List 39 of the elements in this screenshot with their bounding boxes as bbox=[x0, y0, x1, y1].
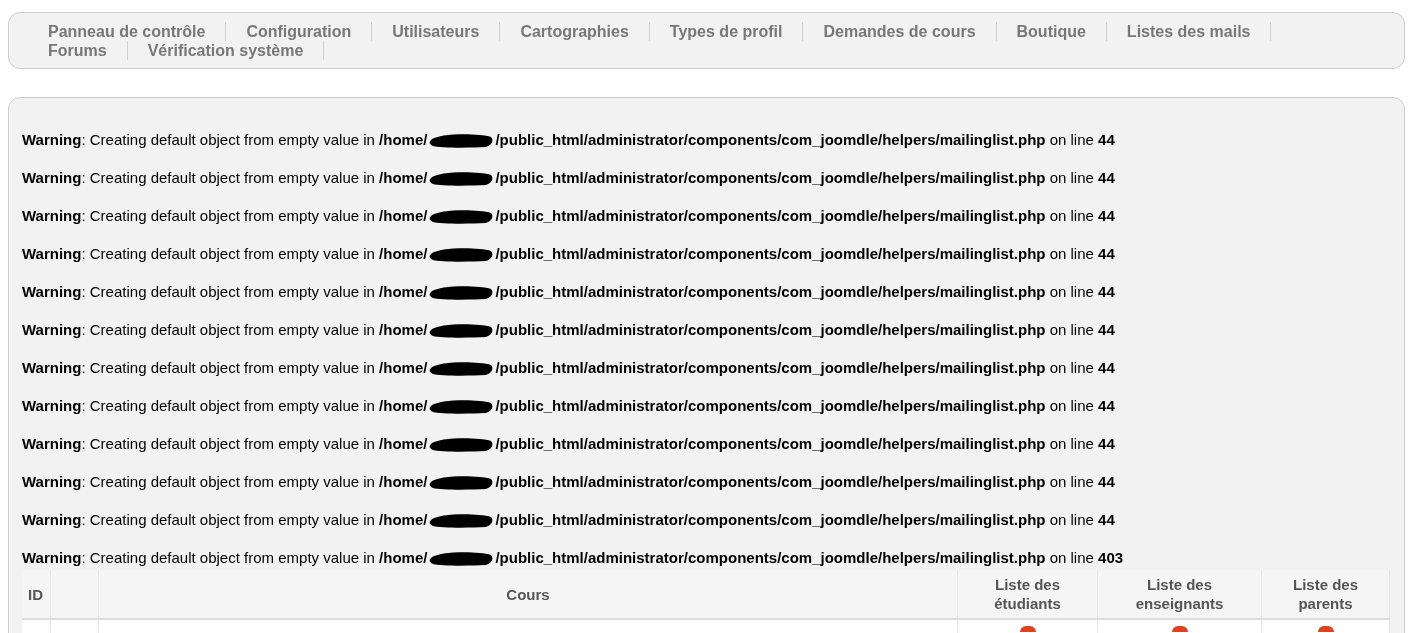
warning-message: Warning: Creating default object from empty value in /home/ bbox=[22, 167, 428, 188]
file-path-text: /public_html/administrator/components/com_joomdle/helpers/mailinglist.php on line 44 bbox=[495, 129, 1115, 150]
file-path-text: /public_html/administrator/components/com_joomdle/helpers/mailinglist.php on line 44 bbox=[495, 357, 1115, 378]
nav-link[interactable]: Types de profil bbox=[649, 22, 804, 41]
nav-link[interactable]: Cartographies bbox=[500, 22, 650, 41]
file-path-text: /public_html/administrator/components/com_joomdle/helpers/mailinglist.php on line 44 bbox=[495, 167, 1115, 188]
warning-message: Warning: Creating default object from empty value in /home/ bbox=[22, 357, 428, 378]
file-path-text: /public_html/administrator/components/com_joomdle/helpers/mailinglist.php on line 44 bbox=[495, 205, 1115, 226]
warning-message: Warning: Creating default object from empty value in /home/ bbox=[22, 471, 428, 492]
warning-message: Warning: Creating default object from empty value in /home/ bbox=[22, 395, 428, 416]
warning-message: Warning: Creating default object from empty value in /home/ bbox=[22, 205, 428, 226]
nav-link[interactable]: Vérification système bbox=[127, 41, 325, 60]
nav-link[interactable]: Configuration bbox=[226, 22, 373, 41]
file-path-text: /public_html/administrator/components/com_joomdle/helpers/mailinglist.php on line 44 bbox=[495, 281, 1115, 302]
warning-message: Warning: Creating default object from empty value in /home/ bbox=[22, 547, 428, 568]
nav-link[interactable]: Panneau de contrôle bbox=[28, 22, 227, 41]
column-header: Liste des enseignants bbox=[1134, 575, 1225, 613]
nav-link[interactable]: Forums bbox=[28, 41, 128, 60]
column-header: Liste des étudiants bbox=[993, 575, 1062, 613]
nav-link[interactable]: Utilisateurs bbox=[372, 22, 501, 41]
file-path-text: /public_html/administrator/components/com_joomdle/helpers/mailinglist.php on line 44 bbox=[495, 319, 1115, 340]
nav-link[interactable]: Boutique bbox=[996, 22, 1107, 41]
warning-message: Warning: Creating default object from empty value in /home/ bbox=[22, 509, 428, 530]
column-header: ID bbox=[28, 584, 43, 604]
warning-message: Warning: Creating default object from empty value in /home/ bbox=[22, 433, 428, 454]
file-path-text: /public_html/administrator/components/com_joomdle/helpers/mailinglist.php on line 44 bbox=[495, 433, 1115, 454]
warning-message: Warning: Creating default object from empty value in /home/ bbox=[22, 319, 428, 340]
nav-link[interactable]: Listes des mails bbox=[1106, 22, 1272, 41]
warning-message: Warning: Creating default object from empty value in /home/ bbox=[22, 129, 428, 150]
nav-link[interactable]: Demandes de cours bbox=[803, 22, 997, 41]
warning-message: Warning: Creating default object from empty value in /home/ bbox=[22, 281, 428, 302]
column-header: Liste des parents bbox=[1292, 575, 1359, 613]
column-header: Cours bbox=[506, 584, 550, 604]
file-path-text: /public_html/administrator/components/com_joomdle/helpers/mailinglist.php on line 44 bbox=[495, 471, 1115, 492]
file-path-text: /public_html/administrator/components/com_joomdle/helpers/mailinglist.php on line 44 bbox=[495, 243, 1115, 264]
warning-message: Warning: Creating default object from empty value in /home/ bbox=[22, 243, 428, 264]
file-path-text: /public_html/administrator/components/com_joomdle/helpers/mailinglist.php on line 44 bbox=[495, 395, 1115, 416]
file-path-text: /public_html/administrator/components/com_joomdle/helpers/mailinglist.php on line 403 bbox=[495, 547, 1124, 568]
file-path-text: /public_html/administrator/components/com_joomdle/helpers/mailinglist.php on line 44 bbox=[495, 509, 1115, 530]
